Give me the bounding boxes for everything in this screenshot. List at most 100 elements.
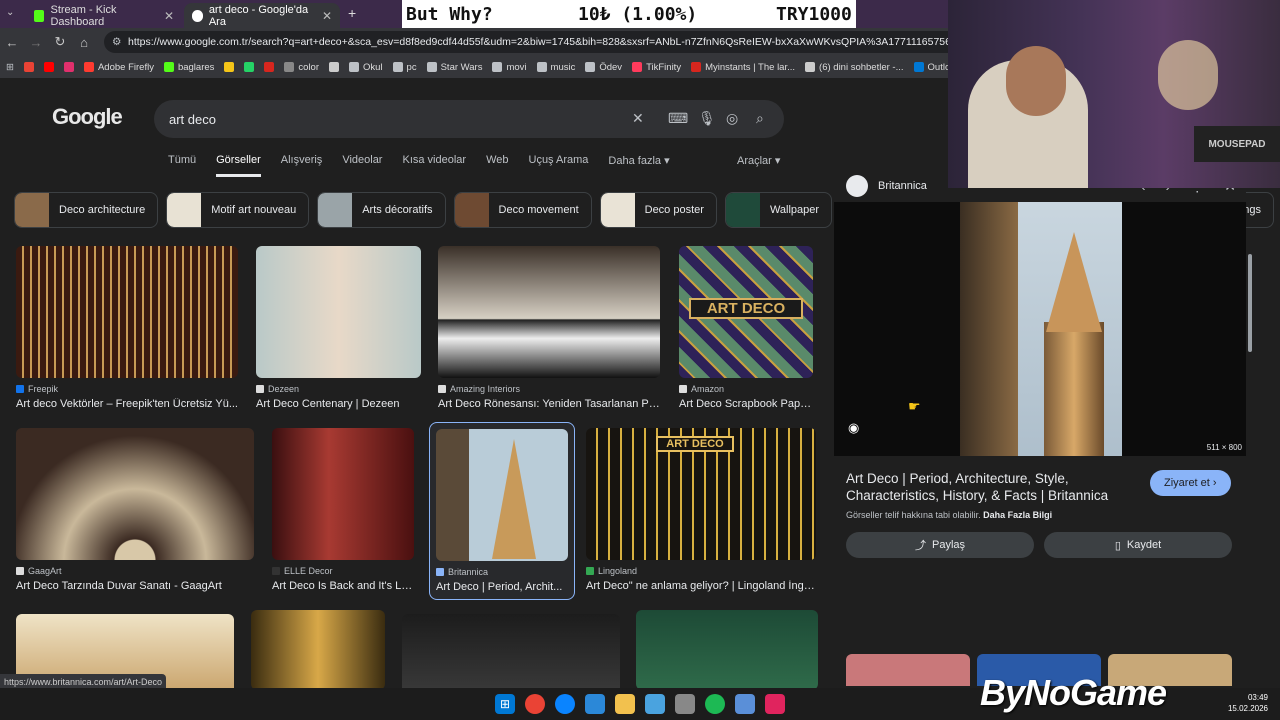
result-image[interactable]	[438, 246, 660, 378]
spotify-icon[interactable]	[705, 694, 725, 714]
bookmark-item[interactable]: baglares	[163, 62, 214, 73]
bookmark-item[interactable]: Myinstants | The lar...	[691, 62, 795, 73]
url-input[interactable]: ⚙ https://www.google.com.tr/search?q=art…	[104, 31, 964, 53]
result-card[interactable]: GaagArt Art Deco Tarzında Duvar Sanatı -…	[16, 428, 254, 592]
share-button[interactable]: ⤴ Paylaş	[846, 532, 1034, 558]
result-card[interactable]: Amazing Interiors Art Deco Rönesansı: Ye…	[438, 246, 660, 410]
close-tab-icon[interactable]: ✕	[322, 9, 332, 23]
panel-image[interactable]: ◉ 511 × 800	[834, 202, 1246, 456]
result-card[interactable]: Dezeen Art Deco Centenary | Dezeen	[256, 246, 421, 410]
app-icon[interactable]	[765, 694, 785, 714]
search-input[interactable]: art deco ✕ ⌨ 🎙 ◎ ⌕	[154, 100, 784, 138]
bookmark-item[interactable]	[264, 62, 275, 72]
bookmark-item[interactable]: music	[536, 62, 575, 73]
edge-icon[interactable]	[555, 694, 575, 714]
bookmark-item[interactable]	[329, 62, 339, 72]
bookmark-item[interactable]: Star Wars	[426, 62, 482, 73]
tab-google-search[interactable]: art deco - Google'da Ara ✕	[184, 3, 340, 28]
app-icon[interactable]	[645, 694, 665, 714]
related-search-chip[interactable]: Deco architecture	[14, 192, 159, 228]
save-button[interactable]: ▯ Kaydet	[1044, 532, 1232, 558]
tab-kick-dashboard[interactable]: Stream - Kick Dashboard ✕	[26, 3, 182, 28]
result-card[interactable]: ELLE Decor Art Deco Is Back and It's Lo.…	[272, 428, 414, 592]
result-title[interactable]: Art Deco | Period, Archit...	[436, 581, 568, 593]
bookmark-item[interactable]: color	[284, 62, 319, 73]
result-image[interactable]: ART DECO	[679, 246, 813, 378]
related-search-chip[interactable]: Deco poster	[599, 192, 717, 228]
bookmark-item[interactable]	[43, 62, 54, 72]
close-tab-icon[interactable]: ✕	[164, 9, 174, 23]
result-card[interactable]	[636, 610, 818, 688]
bookmark-item[interactable]: Ödev	[585, 62, 622, 73]
search-icon[interactable]: ⌕	[756, 110, 764, 127]
start-icon[interactable]: ⊞	[495, 694, 515, 714]
result-card[interactable]	[402, 614, 620, 688]
app-icon[interactable]	[675, 694, 695, 714]
result-image[interactable]	[402, 614, 620, 688]
lens-icon[interactable]: ◎	[726, 110, 738, 127]
forward-button[interactable]: →	[24, 35, 48, 50]
bookmark-item[interactable]: movi	[492, 62, 527, 73]
new-tab-button[interactable]: +	[348, 5, 356, 21]
bookmark-item[interactable]: pc	[392, 62, 417, 73]
home-button[interactable]: ⌂	[72, 35, 96, 50]
back-button[interactable]: ←	[0, 35, 24, 50]
result-image[interactable]	[251, 610, 385, 688]
tab-all[interactable]: Tümü	[168, 154, 196, 177]
result-card[interactable]: ART DECO Amazon Art Deco Scrapbook Pape.…	[679, 246, 813, 410]
learn-more-link[interactable]: Daha Fazla Bilgi	[983, 510, 1052, 520]
tab-shopping[interactable]: Alışveriş	[281, 154, 323, 177]
visit-button[interactable]: Ziyaret et ›	[1150, 470, 1231, 496]
related-search-chip[interactable]: Deco movement	[453, 192, 592, 228]
related-image[interactable]	[846, 654, 970, 686]
panel-source[interactable]: Britannica	[878, 180, 927, 192]
tab-web[interactable]: Web	[486, 154, 508, 177]
chrome-icon[interactable]	[525, 694, 545, 714]
result-image[interactable]	[272, 428, 414, 560]
result-image[interactable]: ART DECO	[586, 428, 816, 560]
tab-short-videos[interactable]: Kısa videolar	[402, 154, 466, 177]
google-logo[interactable]: Google	[52, 104, 123, 130]
reload-button[interactable]: ↻	[48, 34, 72, 50]
site-info-icon[interactable]: ⚙	[112, 36, 121, 48]
bookmark-item[interactable]: TikFinity	[632, 62, 681, 73]
microphone-icon[interactable]: 🎙	[698, 110, 716, 127]
tab-search-icon[interactable]: ⌄	[6, 7, 14, 18]
panel-title[interactable]: Art Deco | Period, Architecture, Style, …	[846, 470, 1136, 504]
related-search-chip[interactable]: Arts décoratifs	[317, 192, 446, 228]
bookmark-item[interactable]	[63, 62, 74, 72]
tab-flights[interactable]: Uçuş Arama	[529, 154, 589, 177]
tab-videos[interactable]: Videolar	[342, 154, 382, 177]
result-title[interactable]: Art deco Vektörler – Freepik'ten Ücretsi…	[16, 398, 238, 410]
apps-icon[interactable]: ⊞	[6, 62, 14, 73]
result-card[interactable]: Freepik Art deco Vektörler – Freepik'ten…	[16, 246, 238, 410]
result-card-selected[interactable]: Britannica Art Deco | Period, Archit...	[429, 422, 575, 600]
result-image[interactable]	[636, 610, 818, 688]
result-title[interactable]: Art Deco Scrapbook Pape...	[679, 398, 813, 410]
panel-scrollbar[interactable]	[1248, 254, 1252, 352]
bookmark-item[interactable]	[224, 62, 235, 72]
result-title[interactable]: Art Deco Centenary | Dezeen	[256, 398, 421, 410]
result-image[interactable]	[436, 429, 568, 561]
bookmark-item[interactable]: Adobe Firefly	[83, 62, 154, 73]
bookmark-item[interactable]	[23, 62, 34, 72]
result-title[interactable]: Art Deco Is Back and It's Lo...	[272, 580, 414, 592]
store-icon[interactable]	[585, 694, 605, 714]
result-title[interactable]: Art Deco Rönesansı: Yeniden Tasarlanan P…	[438, 398, 660, 410]
tools-button[interactable]: Araçlar ▾	[737, 154, 780, 167]
tab-more[interactable]: Daha fazla ▾	[608, 154, 669, 177]
result-card[interactable]	[251, 610, 385, 688]
result-card[interactable]: ART DECO Lingoland Art Deco" ne anlama g…	[586, 428, 816, 592]
related-search-chip[interactable]: Motif art nouveau	[166, 192, 310, 228]
result-image[interactable]	[16, 246, 238, 378]
result-title[interactable]: Art Deco Tarzında Duvar Sanatı - GaagArt	[16, 580, 254, 592]
lens-search-icon[interactable]: ◉	[848, 420, 870, 442]
bookmark-item[interactable]: (6) dini sohbetler -...	[805, 62, 904, 73]
file-explorer-icon[interactable]	[615, 694, 635, 714]
bookmark-item[interactable]	[244, 62, 255, 72]
bookmark-item[interactable]: Okul	[349, 62, 383, 73]
clear-icon[interactable]: ✕	[632, 110, 644, 127]
system-clock[interactable]: 03:49 15.02.2026	[1228, 692, 1268, 714]
result-image[interactable]	[16, 428, 254, 560]
result-title[interactable]: Art Deco" ne anlama geliyor? | Lingoland…	[586, 580, 816, 592]
